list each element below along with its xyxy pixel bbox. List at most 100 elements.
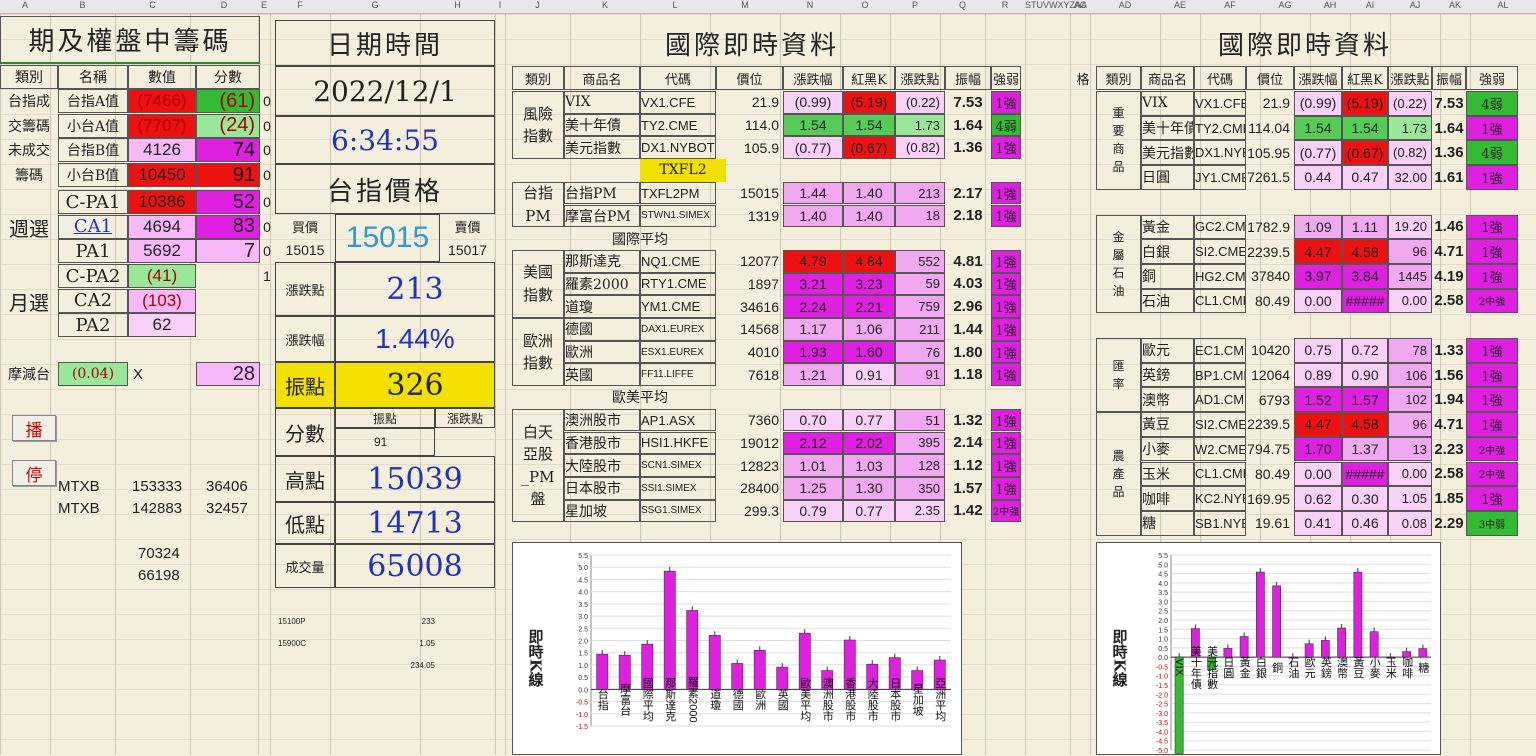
intl-price: 37840 [1251,268,1290,285]
score-label: 分數 [275,408,335,456]
intl-name: 英國 [564,363,640,387]
intl-change-pct: (0.99) [1294,91,1342,116]
intl-redblack-k: 0.30 [1342,486,1388,511]
column-header-letter[interactable]: P [890,0,940,10]
column-header-letter[interactable]: AG [1260,0,1310,10]
intl-change-pct: 1.54 [783,113,843,137]
intl-header-6: 漲跌點 [895,66,945,90]
intl-change-pct: 4.47 [1294,239,1342,264]
y-tick-label: 3.5 [578,602,588,609]
column-header-letter[interactable]: Q [940,0,985,10]
intl-change-pts: 0.00 [1388,461,1432,487]
intl-redblack-k: 3.84 [1342,263,1388,289]
column-header-letter[interactable]: H [420,0,495,10]
intl-price: 794.75 [1247,441,1290,458]
column-header-letter[interactable]: J [505,0,570,10]
column-header-letter[interactable]: B [50,0,115,10]
y-tick-label: 0.0 [1158,655,1168,662]
intl-code: ESX1.EUREX [640,340,716,364]
intl-price: 7618 [747,366,779,383]
x-category-label: 石油 [1287,656,1300,678]
y-tick-label: 0.0 [578,687,588,694]
intl-category: 美國 指數 [512,249,564,318]
column-header-letter[interactable]: D [190,0,258,10]
bar-chart-2: 5.5 5.0 4.5 4.0 3.5 3.0 2.5 2.0 1.5 1.0 0.5 0.0 -0.5… [1156,553,1431,755]
intl-amplitude: 4.03 [953,275,983,293]
intl-strength: 1強 [991,91,1021,114]
column-header-letter[interactable]: N [780,0,840,10]
weekly-option-flag: 0 [263,194,271,210]
y-tick-label: -1.0 [576,712,588,719]
intl-code: DX1.NYBOT [640,136,716,160]
column-header-letter[interactable]: AD [1090,0,1160,10]
intl-name: 美十年債 [564,113,640,137]
y-tick-label: -1.5 [576,724,588,731]
x-category-label: 歐美平均 [799,676,812,722]
x-category-label: 日本股市 [889,677,902,722]
intl-strength: 1強 [1466,486,1518,511]
column-header-letter[interactable]: AK [1440,0,1470,10]
column-header-letter[interactable]: K [570,0,640,10]
mtw-score: 28 [196,362,260,386]
intl-amplitude: 1.56 [1434,366,1464,384]
note-value: 233 [421,616,435,626]
intl-title-1: 國際即時資料 [664,30,839,61]
intl-change-pts: 19.20 [1388,214,1432,240]
left-row-value: (7707) [128,113,196,138]
column-header-letter[interactable]: G [330,0,420,10]
stop-button[interactable]: 停 [12,460,56,486]
intl-header-4: 漲跌幅 [783,66,843,90]
y-tick-label: 1.0 [578,663,588,670]
play-button[interactable]: 播 [12,415,56,441]
gap-row [1141,190,1246,215]
intl-name: 美元指數 [564,136,640,160]
left-row-flag: 0 [263,93,271,109]
grid-column-line [1090,14,1091,755]
column-header-letter[interactable]: R [985,0,1025,10]
column-header-letter[interactable]: I [495,0,505,10]
intl-change-pts: (0.22) [1388,91,1432,116]
intl-price: 15015 [740,185,779,202]
y-tick-label: -2.0 [1156,692,1168,699]
column-header-letter[interactable]: AI [1350,0,1390,10]
intl-redblack-k: 0.47 [1342,165,1388,190]
monthly-option-name: C-PA2 [58,264,128,288]
column-header-letter[interactable]: AE [1160,0,1200,10]
column-header-letter[interactable]: F [270,0,330,10]
column-header-letter[interactable]: AJ [1390,0,1440,10]
intl-change-pct: 1.93 [783,340,843,364]
column-header-letter[interactable]: E [258,0,270,10]
column-header-letter[interactable]: O [840,0,890,10]
column-header-letter[interactable]: AL [1470,0,1536,10]
high-value: 15039 [335,456,495,502]
intl-price: 12823 [740,457,779,474]
column-header-letter[interactable]: M [710,0,780,10]
bar-mark [1418,648,1428,658]
weekly-option-value: 5692 [128,239,196,264]
column-header-letter[interactable]: STUVWXYZAA [1025,0,1087,10]
intl-amplitude: 4.81 [953,252,983,270]
intl-redblack-k: ##### [1342,461,1388,487]
column-header-letter[interactable]: AF [1200,0,1260,10]
x-category-label: 星加坡 [911,683,924,717]
intl-amplitude: 7.53 [953,93,983,111]
intl-strength: 1強 [991,408,1021,432]
note-key: 15100P [278,616,306,626]
intl-strength: 3中弱 [1466,510,1518,536]
intl-code: SSG1.SIMEX [640,499,716,523]
intl-price: 21.9 [751,94,779,111]
column-header-letter[interactable]: L [640,0,710,10]
chart-panel-1: 即時K線 5.5 5.0 4.5 4.0 3.5 3.0 2.5 2.0 1.5 1.0 0.5 0.… [512,542,962,755]
column-header-letter[interactable]: C [115,0,190,10]
column-header-letter[interactable]: AC [1070,0,1090,10]
left-row-name: 小台A值 [58,113,128,138]
column-header-letter[interactable]: AH [1310,0,1350,10]
intl-code: AP1.ASX [640,408,716,432]
intl-name: 銅 [1141,263,1194,289]
intl-code: YM1.CME [640,295,716,318]
intl-redblack-k: 0.90 [1342,362,1388,388]
column-header-letter[interactable]: A [0,0,50,10]
bar-mark [596,653,609,690]
intl-strength: 1強 [991,340,1021,364]
x-category-label: 日圓 [1222,656,1235,679]
